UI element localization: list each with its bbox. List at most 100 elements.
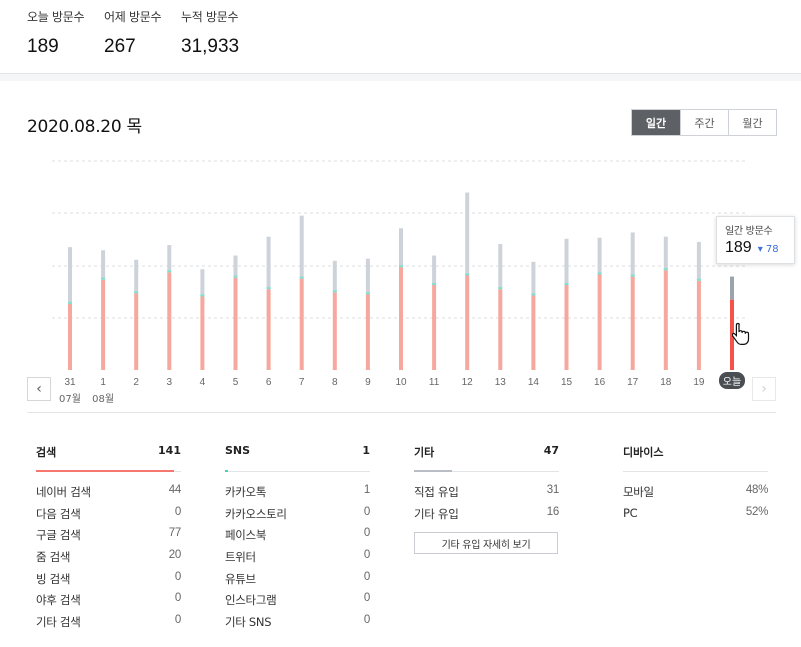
stat-yesterday-value: 267 [104, 36, 136, 57]
row-value: 16 [546, 505, 560, 518]
table-row: 빙 검색 0 [36, 571, 181, 593]
bar-upper [696, 241, 701, 281]
panel-search-rows: 네이버 검색 44 다음 검색 0 구글 검색 77 줌 검색 20 빙 검색 0 야후 검색 0 기타… [36, 484, 181, 636]
row-label: 기타 유입 [414, 506, 459, 521]
panel-other-title: 기타 [414, 446, 435, 459]
bar-separator [68, 301, 72, 304]
section-divider [0, 73, 801, 81]
row-label: 인스타그램 [225, 593, 277, 608]
row-label: 모바일 [623, 485, 654, 499]
tick-label: 31 [64, 377, 76, 388]
row-value: 0 [363, 570, 370, 583]
row-label: 직접 유입 [414, 485, 459, 499]
stat-today-value: 189 [27, 36, 59, 57]
tick-label: 1 [100, 377, 106, 388]
panel-sns-total: 1 [362, 444, 370, 457]
bar-upper [101, 250, 106, 280]
bar-lower [299, 278, 304, 370]
row-label: 트위터 [225, 550, 256, 565]
bar-separator [432, 282, 437, 285]
bar-lower [167, 272, 172, 370]
bar-lower [233, 277, 238, 370]
row-value: 44 [168, 484, 182, 496]
row-value: 1 [363, 484, 370, 496]
bar-separator [465, 273, 470, 276]
bar-upper [266, 236, 271, 290]
tooltip-delta: ▾ 78 [758, 244, 779, 255]
stat-total-value: 31,933 [181, 36, 240, 57]
month-label-current: 08월 [92, 393, 114, 405]
chart-bottom-border [27, 412, 776, 413]
bar-upper [630, 232, 635, 277]
chart-prev-button[interactable]: ‹ [27, 377, 51, 401]
bar-lower [68, 303, 72, 370]
bar-separator [134, 291, 139, 294]
panel-search-accent [36, 470, 174, 472]
panel-device-title: 디바이스 [623, 446, 664, 459]
tick-label-today: 오늘 [723, 376, 741, 388]
chevron-right-icon: › [761, 381, 767, 397]
chart-next-button[interactable]: › [752, 377, 776, 401]
month-label-prev: 07월 [59, 393, 81, 405]
bar-upper [399, 228, 403, 268]
bar-separator [663, 268, 668, 271]
table-row: 인스타그램 0 [225, 592, 370, 614]
bar-lower [101, 279, 106, 370]
row-value: 77 [168, 527, 182, 540]
panel-sns-title: SNS [225, 444, 251, 457]
bar-upper [233, 255, 238, 278]
tooltip-label: 일간 방문수 [725, 226, 773, 237]
caret-down-icon: ▾ [757, 244, 763, 255]
table-row: 모바일 48% [623, 484, 768, 506]
toggle-monthly-button[interactable]: 월간 [728, 110, 776, 135]
toggle-weekly-button[interactable]: 주간 [680, 110, 728, 135]
bar-upper [498, 244, 503, 290]
panel-search-total: 141 [158, 444, 181, 457]
bar-upper [597, 237, 602, 275]
toggle-daily-button[interactable]: 일간 [632, 110, 680, 135]
tick-label: 7 [299, 377, 305, 388]
bar-lower [432, 284, 437, 370]
row-label: 페이스북 [225, 528, 267, 543]
bar-lower [134, 293, 139, 370]
row-value: 0 [363, 549, 370, 562]
visit-stats: 오늘 방문수 189 어제 방문수 267 누적 방문수 31,933 [0, 0, 801, 74]
bar-lower [266, 289, 271, 370]
bar-upper [365, 258, 370, 295]
bar-lower [531, 295, 536, 370]
tick-label: 6 [266, 377, 272, 388]
bar-lower [663, 270, 668, 370]
bar-lower [564, 284, 569, 370]
row-value: 48% [745, 484, 768, 496]
tick-label: 16 [594, 377, 606, 388]
row-label: 카카오톡 [225, 485, 267, 499]
row-value: 0 [174, 614, 181, 627]
row-value: 0 [363, 505, 370, 518]
bar-separator [233, 275, 238, 278]
table-row: 기타 검색 0 [36, 614, 181, 636]
bar-upper [68, 247, 72, 304]
tick-label: 8 [332, 377, 338, 388]
table-row: 줌 검색 20 [36, 549, 181, 571]
table-row: 직접 유입 31 [414, 484, 559, 506]
chart-tooltip: 일간 방문수 189 ▾ 78 [716, 216, 795, 264]
panel-device: 디바이스 모바일 48% PC 52% [623, 444, 768, 520]
panel-sns-rows: 카카오톡 1 카카오스토리 0 페이스북 0 트위터 0 유튜브 0 인스타그램 0 기타 SNS 0 [225, 484, 370, 636]
panel-divider [225, 471, 370, 472]
tick-label: 4 [200, 377, 206, 388]
bar-separator [101, 277, 106, 280]
table-row: 구글 검색 77 [36, 527, 181, 549]
table-row: PC 52% [623, 506, 768, 528]
panel-sns-accent [225, 470, 228, 472]
tick-label: 9 [365, 377, 371, 388]
tick-label: 14 [528, 377, 540, 388]
bar-upper [134, 259, 139, 294]
bar-lower [365, 294, 370, 370]
bar-separator [564, 282, 569, 285]
stat-today-label: 오늘 방문수 [27, 10, 85, 24]
bar-lower [498, 289, 503, 370]
bar-upper [432, 255, 437, 285]
tick-label: 3 [167, 377, 173, 388]
row-label: 빙 검색 [36, 571, 71, 586]
other-inflow-detail-button[interactable]: 기타 유입 자세히 보기 [414, 532, 558, 554]
